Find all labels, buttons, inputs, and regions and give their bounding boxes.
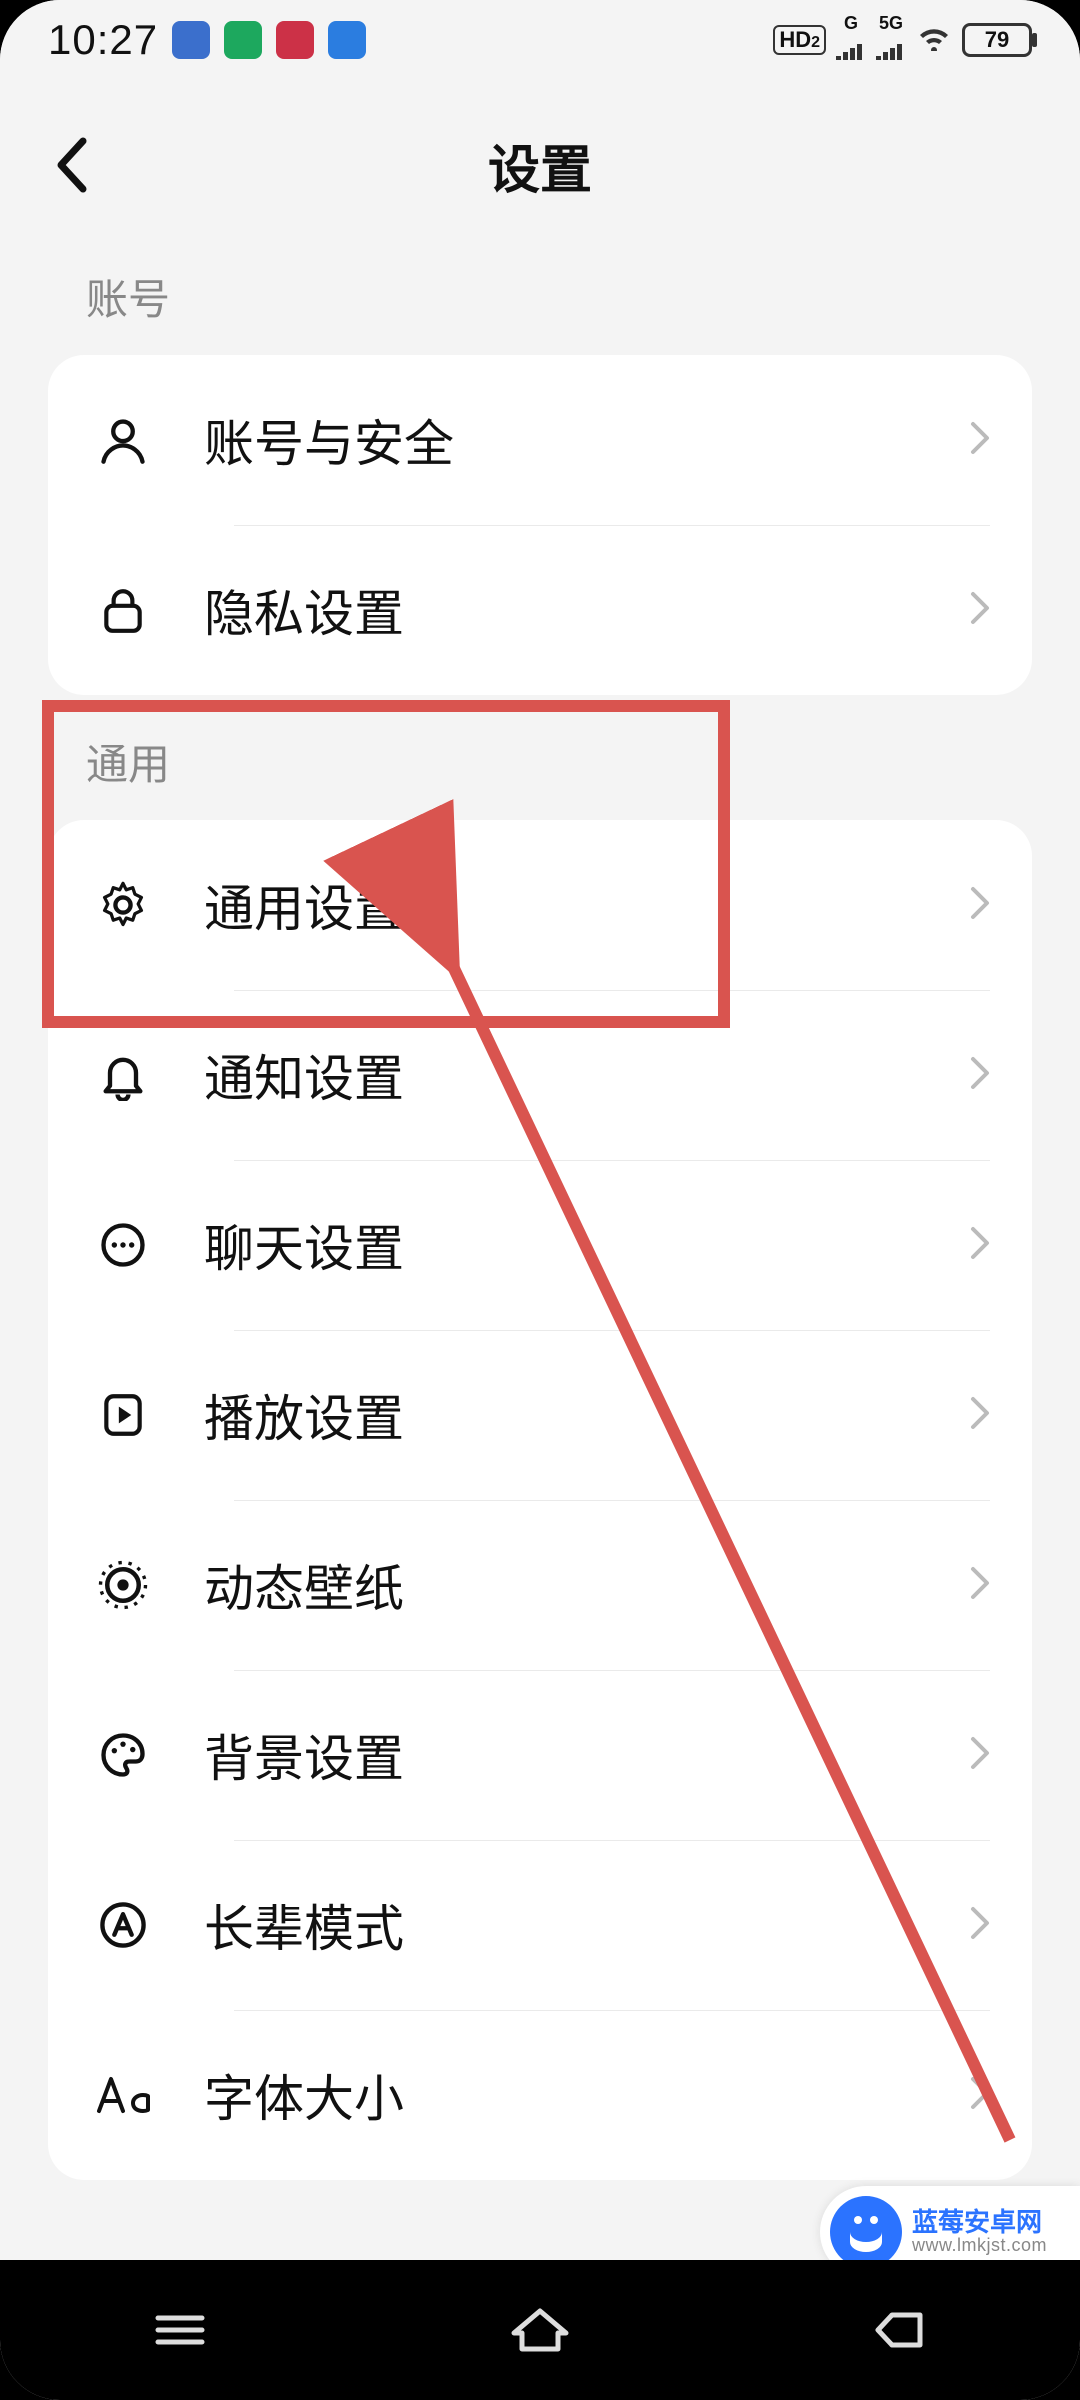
row-live-wallpaper[interactable]: 动态壁纸 bbox=[48, 1500, 1032, 1670]
row-font-size[interactable]: 字体大小 bbox=[48, 2010, 1032, 2180]
signal-2: 5G bbox=[876, 14, 906, 66]
watermark-logo-icon bbox=[830, 2196, 902, 2268]
battery-percent: 79 bbox=[985, 27, 1009, 53]
row-privacy[interactable]: 隐私设置 bbox=[48, 525, 1032, 695]
status-bar: 10:27 HD 2 G 5G bbox=[0, 0, 1080, 80]
chevron-right-icon bbox=[970, 1566, 990, 1605]
bell-icon bbox=[86, 1049, 160, 1101]
watermark-text: 蓝莓安卓网 www.lmkjst.com bbox=[912, 2208, 1047, 2256]
row-general-settings[interactable]: 通用设置 bbox=[48, 820, 1032, 990]
account-card: 账号与安全 隐私设置 bbox=[48, 355, 1032, 695]
chevron-right-icon bbox=[970, 1226, 990, 1265]
system-nav-bar bbox=[0, 2260, 1080, 2400]
row-label: 长辈模式 bbox=[204, 1889, 970, 1961]
row-label: 通用设置 bbox=[204, 869, 970, 941]
row-label: 聊天设置 bbox=[204, 1209, 970, 1281]
status-bar-left: 10:27 bbox=[48, 16, 366, 64]
row-notification[interactable]: 通知设置 bbox=[48, 990, 1032, 1160]
signal-2-label: 5G bbox=[879, 14, 903, 32]
watermark-title: 蓝莓安卓网 bbox=[912, 2208, 1047, 2237]
hd-label: HD bbox=[779, 27, 811, 53]
lock-icon bbox=[86, 584, 160, 636]
row-label: 账号与安全 bbox=[204, 404, 970, 476]
section-label-account: 账号 bbox=[0, 230, 1080, 355]
page-title: 设置 bbox=[488, 128, 592, 203]
row-chat[interactable]: 聊天设置 bbox=[48, 1160, 1032, 1330]
palette-icon bbox=[86, 1729, 160, 1781]
status-time: 10:27 bbox=[48, 16, 158, 64]
elder-a-icon bbox=[86, 1899, 160, 1951]
hd-sub: 2 bbox=[811, 34, 820, 52]
chevron-right-icon bbox=[970, 1056, 990, 1095]
row-label: 字体大小 bbox=[204, 2059, 970, 2131]
statusbar-app-icon-2 bbox=[224, 21, 262, 59]
signal-1: G bbox=[836, 14, 866, 66]
nav-recents-button[interactable] bbox=[120, 2300, 240, 2360]
general-card: 通用设置 通知设置 聊天设置 bbox=[48, 820, 1032, 2180]
row-label: 播放设置 bbox=[204, 1379, 970, 1451]
battery-icon: 79 bbox=[962, 23, 1032, 57]
settings-content[interactable]: 账号 账号与安全 隐私设置 通用 bbox=[0, 230, 1080, 2260]
chat-icon bbox=[86, 1219, 160, 1271]
chevron-right-icon bbox=[970, 591, 990, 630]
chevron-right-icon bbox=[970, 1736, 990, 1775]
row-label: 背景设置 bbox=[204, 1719, 970, 1791]
chevron-right-icon bbox=[970, 886, 990, 925]
row-label: 隐私设置 bbox=[204, 574, 970, 646]
status-bar-right: HD 2 G 5G 79 bbox=[773, 14, 1032, 66]
row-background[interactable]: 背景设置 bbox=[48, 1670, 1032, 1840]
chevron-right-icon bbox=[970, 421, 990, 460]
row-playback[interactable]: 播放设置 bbox=[48, 1330, 1032, 1500]
target-icon bbox=[86, 1558, 160, 1612]
font-size-icon bbox=[86, 2071, 160, 2119]
signal-bars-icon bbox=[836, 32, 866, 66]
nav-back-button[interactable] bbox=[840, 2300, 960, 2360]
row-label: 动态壁纸 bbox=[204, 1549, 970, 1621]
statusbar-app-icon-3 bbox=[276, 21, 314, 59]
gear-icon bbox=[86, 879, 160, 931]
user-icon bbox=[86, 414, 160, 466]
statusbar-app-icon-1 bbox=[172, 21, 210, 59]
row-label: 通知设置 bbox=[204, 1039, 970, 1111]
page-header: 设置 bbox=[0, 100, 1080, 230]
statusbar-app-icon-4 bbox=[328, 21, 366, 59]
wifi-icon bbox=[916, 21, 952, 60]
chevron-right-icon bbox=[970, 1906, 990, 1945]
chevron-left-icon bbox=[53, 137, 89, 193]
back-button[interactable] bbox=[36, 130, 106, 200]
play-icon bbox=[86, 1388, 160, 1442]
nav-home-button[interactable] bbox=[480, 2300, 600, 2360]
row-account-security[interactable]: 账号与安全 bbox=[48, 355, 1032, 525]
device-frame: 10:27 HD 2 G 5G bbox=[0, 0, 1080, 2400]
signal-bars-icon bbox=[876, 32, 906, 66]
chevron-right-icon bbox=[970, 1396, 990, 1435]
section-label-general: 通用 bbox=[0, 695, 1080, 820]
row-elder-mode[interactable]: 长辈模式 bbox=[48, 1840, 1032, 2010]
chevron-right-icon bbox=[970, 2076, 990, 2115]
watermark-url: www.lmkjst.com bbox=[912, 2236, 1047, 2256]
signal-1-label: G bbox=[844, 14, 858, 32]
hd-icon: HD 2 bbox=[773, 25, 826, 55]
